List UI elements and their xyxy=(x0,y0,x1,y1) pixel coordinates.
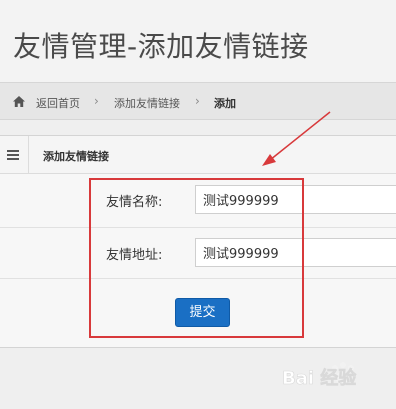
breadcrumb: 返回首页 › 添加友情链接 › 添加 xyxy=(0,82,396,120)
annotation-highlight-box xyxy=(89,178,304,338)
page-header: 友情管理-添加友情链接 xyxy=(0,0,396,82)
menu-icon[interactable] xyxy=(7,150,19,160)
breadcrumb-separator: › xyxy=(94,94,99,108)
panel-header: 添加友情链接 xyxy=(0,136,396,174)
breadcrumb-separator: › xyxy=(195,94,200,108)
home-icon xyxy=(13,96,25,107)
watermark-text: Bai 经验 xyxy=(282,367,357,389)
page-title: 友情管理-添加友情链接 xyxy=(13,30,309,63)
baidu-watermark: Bai 经验 xyxy=(282,356,392,404)
breadcrumb-section-link[interactable]: 添加友情链接 xyxy=(114,95,180,111)
header-divider xyxy=(28,136,29,174)
breadcrumb-current: 添加 xyxy=(214,97,236,110)
breadcrumb-home-link[interactable]: 返回首页 xyxy=(36,95,80,111)
panel-title: 添加友情链接 xyxy=(43,150,109,163)
watermark-logo: Bai 经验 xyxy=(282,362,358,389)
